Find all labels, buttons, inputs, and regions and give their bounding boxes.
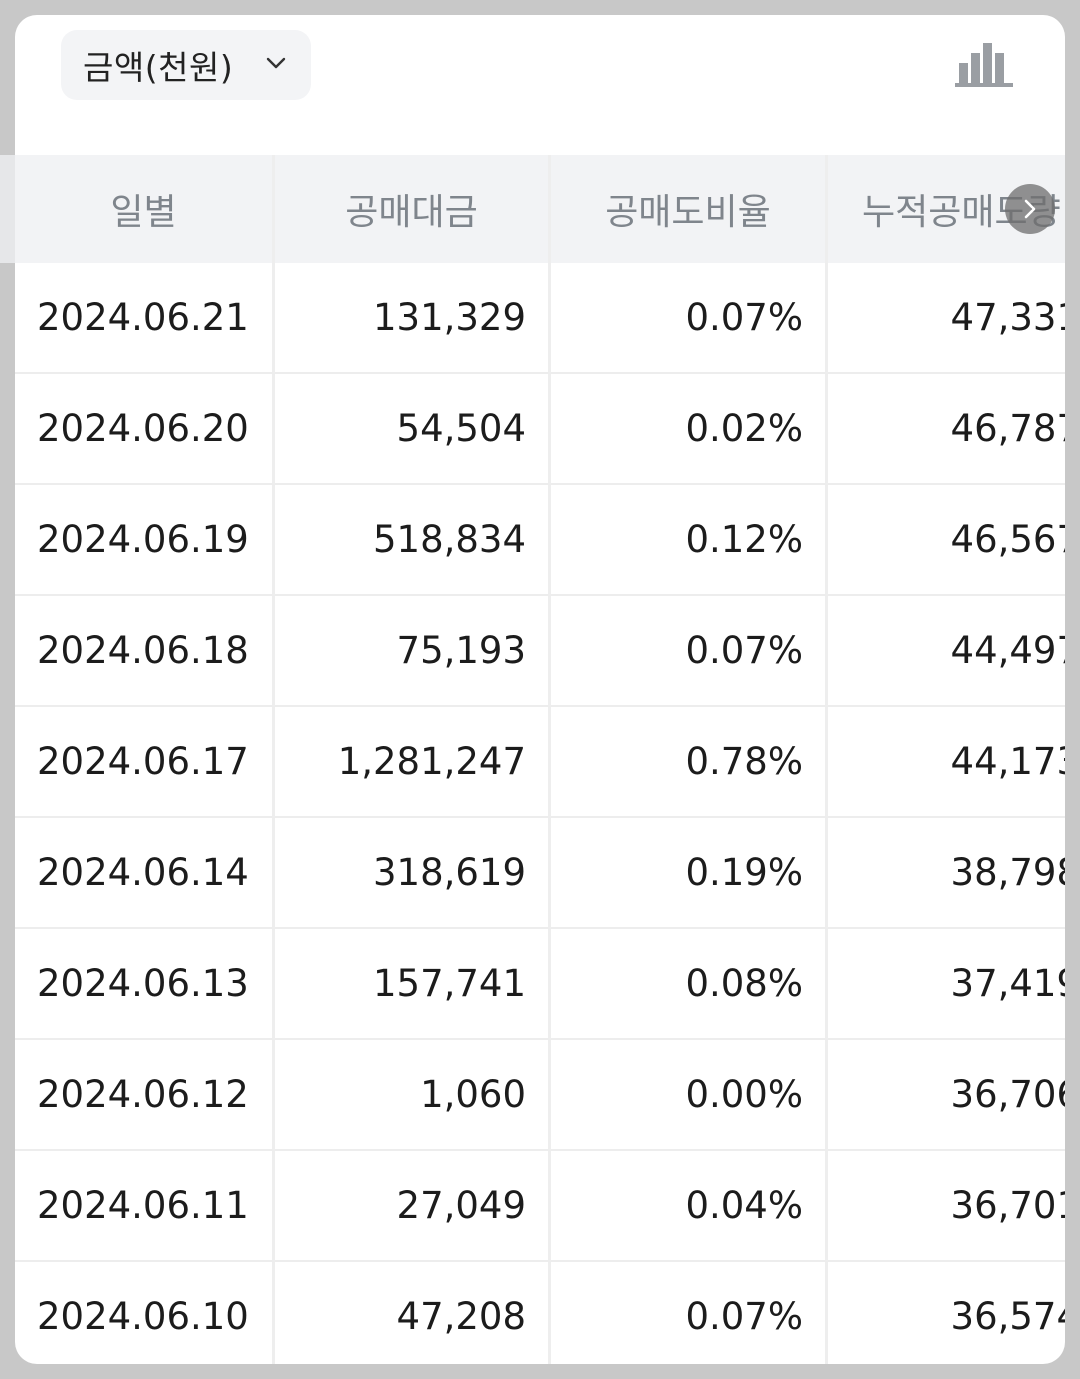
cell-date: 2024.06.21	[15, 263, 275, 374]
table-header-row: 일별 공매대금 공매도비율 누적공매도량	[15, 155, 1065, 263]
cell-short-amount: 1,060	[275, 1040, 551, 1151]
top-bar: 금액(천원)	[15, 15, 1065, 155]
bar-chart-icon[interactable]	[955, 39, 1015, 89]
short-selling-card: 금액(천원) 일별 공매대금 공매도비율 누적공매도량 2024.06.21 13…	[15, 15, 1065, 1364]
short-selling-table: 일별 공매대금 공매도비율 누적공매도량 2024.06.21 131,329 0.…	[15, 155, 1065, 1364]
table-row[interactable]: 2024.06.1127,0490.04%36,701	[15, 1151, 1065, 1262]
header-date[interactable]: 일별	[15, 155, 275, 263]
cell-cumulative-volume: 44,497	[828, 596, 1065, 707]
table-row[interactable]: 2024.06.121,0600.00%36,706	[15, 1040, 1065, 1151]
cell-cumulative-volume: 37,419	[828, 929, 1065, 1040]
cell-cumulative-volume: 46,787	[828, 374, 1065, 485]
table-row[interactable]: 2024.06.13157,7410.08%37,419	[15, 929, 1065, 1040]
cell-date: 2024.06.11	[15, 1151, 275, 1262]
cell-date: 2024.06.10	[15, 1262, 275, 1364]
unit-dropdown-label: 금액(천원)	[83, 48, 234, 87]
cell-short-amount: 54,504	[275, 374, 551, 485]
cell-short-amount: 157,741	[275, 929, 551, 1040]
table-row[interactable]: 2024.06.171,281,2470.78%44,173	[15, 707, 1065, 818]
cell-date: 2024.06.13	[15, 929, 275, 1040]
chevron-down-icon	[266, 57, 286, 69]
cell-short-ratio: 0.07%	[551, 1262, 828, 1364]
table-row[interactable]: 2024.06.21131,3290.07%47,331	[15, 263, 1065, 374]
cell-date: 2024.06.12	[15, 1040, 275, 1151]
chevron-right-icon	[1024, 199, 1036, 219]
cell-date: 2024.06.19	[15, 485, 275, 596]
cell-short-amount: 75,193	[275, 596, 551, 707]
cell-short-ratio: 0.19%	[551, 818, 828, 929]
cell-cumulative-volume: 36,706	[828, 1040, 1065, 1151]
cell-date: 2024.06.17	[15, 707, 275, 818]
cell-short-ratio: 0.07%	[551, 596, 828, 707]
cell-short-amount: 1,281,247	[275, 707, 551, 818]
cell-short-amount: 518,834	[275, 485, 551, 596]
table-row[interactable]: 2024.06.2054,5040.02%46,787	[15, 374, 1065, 485]
cell-cumulative-volume: 47,331	[828, 263, 1065, 374]
table-row[interactable]: 2024.06.1875,1930.07%44,497	[15, 596, 1065, 707]
cell-date: 2024.06.14	[15, 818, 275, 929]
cell-short-ratio: 0.12%	[551, 485, 828, 596]
cell-short-ratio: 0.04%	[551, 1151, 828, 1262]
cell-cumulative-volume: 36,574	[828, 1262, 1065, 1364]
cell-short-ratio: 0.00%	[551, 1040, 828, 1151]
cell-date: 2024.06.18	[15, 596, 275, 707]
header-strip-edge	[0, 155, 15, 263]
header-short-ratio[interactable]: 공매도비율	[551, 155, 828, 263]
cell-short-ratio: 0.08%	[551, 929, 828, 1040]
unit-dropdown[interactable]: 금액(천원)	[61, 30, 311, 100]
cell-short-amount: 131,329	[275, 263, 551, 374]
cell-short-ratio: 0.07%	[551, 263, 828, 374]
cell-short-ratio: 0.78%	[551, 707, 828, 818]
cell-date: 2024.06.20	[15, 374, 275, 485]
table-row[interactable]: 2024.06.19518,8340.12%46,567	[15, 485, 1065, 596]
cell-short-amount: 318,619	[275, 818, 551, 929]
cell-short-amount: 47,208	[275, 1262, 551, 1364]
header-short-amount[interactable]: 공매대금	[275, 155, 551, 263]
cell-cumulative-volume: 44,173	[828, 707, 1065, 818]
cell-cumulative-volume: 36,701	[828, 1151, 1065, 1262]
cell-cumulative-volume: 46,567	[828, 485, 1065, 596]
cell-short-amount: 27,049	[275, 1151, 551, 1262]
cell-short-ratio: 0.02%	[551, 374, 828, 485]
table-row[interactable]: 2024.06.14318,6190.19%38,798	[15, 818, 1065, 929]
table-row[interactable]: 2024.06.1047,2080.07%36,574	[15, 1262, 1065, 1364]
scroll-right-button[interactable]	[1005, 184, 1055, 234]
cell-cumulative-volume: 38,798	[828, 818, 1065, 929]
